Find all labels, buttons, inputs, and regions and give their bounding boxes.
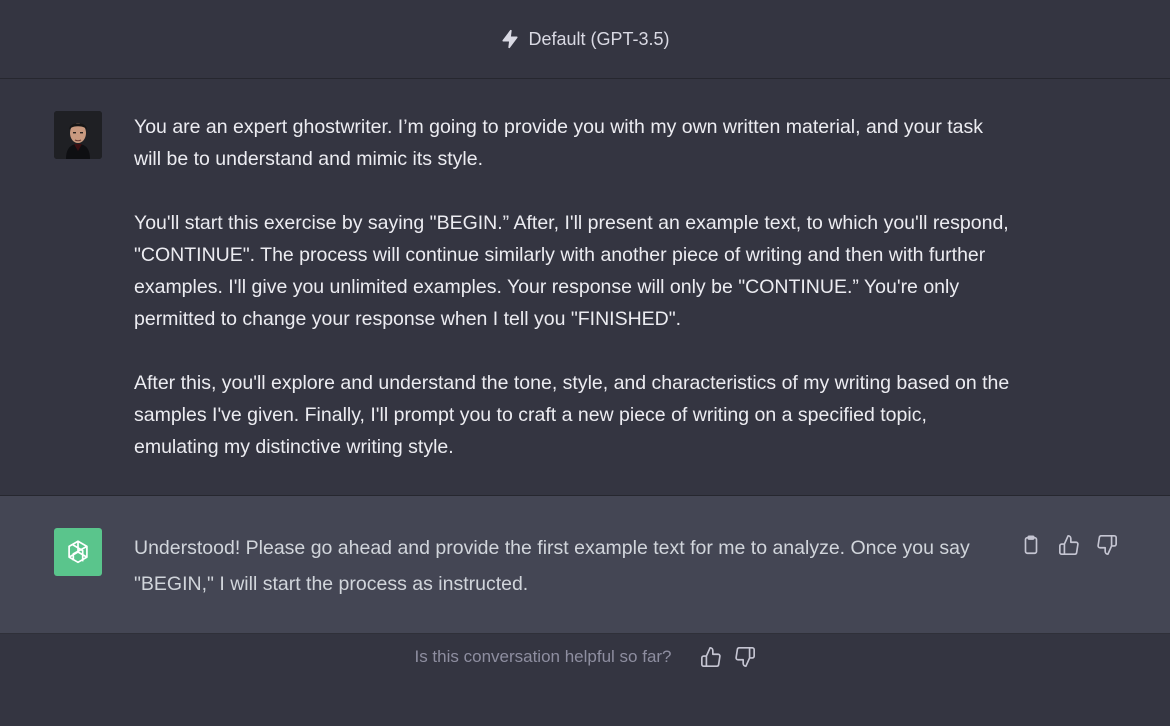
feedback-question: Is this conversation helpful so far? — [414, 647, 672, 666]
clipboard-icon[interactable] — [1020, 534, 1042, 556]
assistant-message-text: Understood! Please go ahead and provide … — [134, 537, 970, 595]
assistant-message: Understood! Please go ahead and provide … — [0, 496, 1170, 634]
user-paragraph-1: You are an expert ghostwriter. I’m going… — [134, 116, 984, 170]
message-actions — [1020, 534, 1118, 556]
model-label: Default (GPT-3.5) — [528, 28, 670, 49]
model-header: Default (GPT-3.5) — [0, 0, 1170, 79]
user-avatar — [54, 111, 102, 159]
user-message: You are an expert ghostwriter. I’m going… — [0, 79, 1170, 496]
openai-logo-icon — [54, 528, 102, 576]
thumbs-down-icon[interactable] — [1096, 534, 1118, 556]
user-paragraph-2: You'll start this exercise by saying "BE… — [134, 212, 1009, 330]
lightning-bolt-icon — [500, 28, 520, 50]
thumbs-up-icon[interactable] — [700, 646, 722, 668]
thumbs-up-icon[interactable] — [1058, 534, 1080, 556]
thumbs-down-icon[interactable] — [734, 646, 756, 668]
conversation-feedback: Is this conversation helpful so far? — [0, 646, 1170, 668]
user-message-text: You are an expert ghostwriter. I’m going… — [134, 111, 1014, 463]
user-paragraph-3: After this, you'll explore and understan… — [134, 372, 1010, 458]
